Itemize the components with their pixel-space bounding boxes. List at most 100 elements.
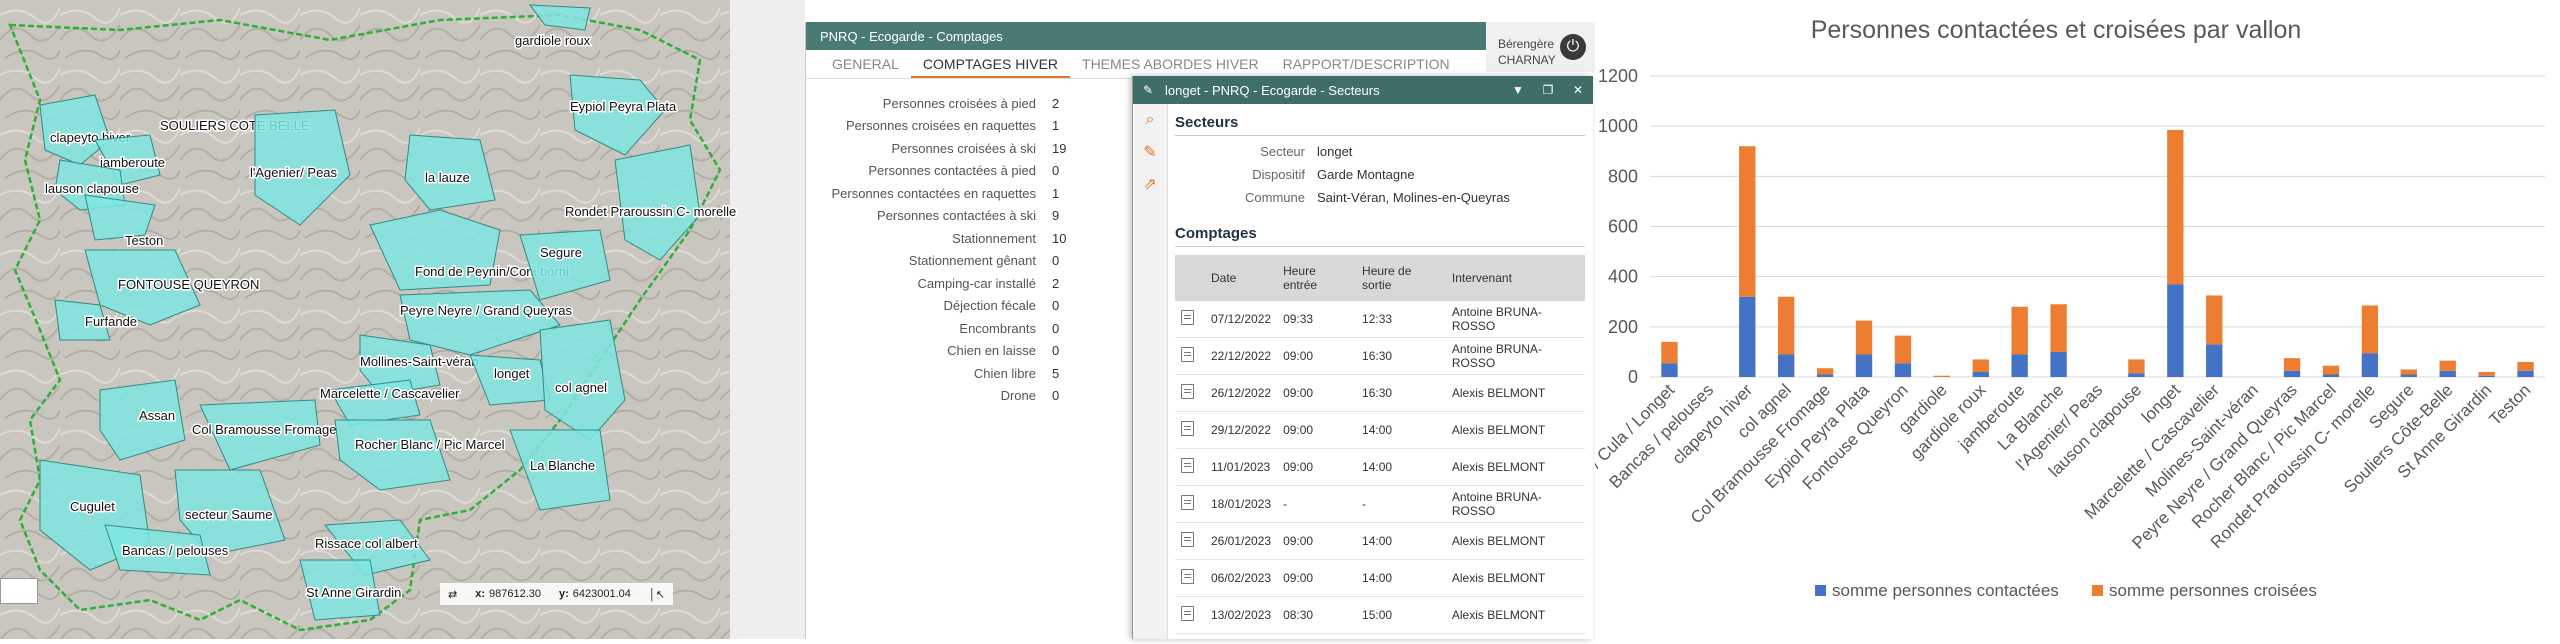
y-tick-label: 200 bbox=[1608, 317, 1638, 337]
intervenant-cell: Antoine BRUNA-ROSSO bbox=[1445, 485, 1585, 523]
field-value[interactable]: 0 bbox=[1046, 388, 1059, 403]
table-row[interactable]: 22/12/2022 09:00 16:30 Antoine BRUNA-ROSSO bbox=[1175, 337, 1585, 375]
info-label: Dispositif bbox=[1252, 167, 1305, 182]
table-row[interactable]: 29/12/2022 09:00 14:00 Alexis BELMONT bbox=[1175, 411, 1585, 449]
maximize-icon[interactable]: ❐ bbox=[1533, 83, 1563, 97]
column-header[interactable]: Intervenant bbox=[1445, 255, 1585, 301]
field-value[interactable]: 1 bbox=[1046, 186, 1059, 201]
zone-label: Eypiol Peyra Plata bbox=[570, 99, 677, 114]
table-row[interactable]: 07/12/2022 09:33 12:33 Antoine BRUNA-ROSSO bbox=[1175, 301, 1585, 338]
bar-croisees bbox=[1894, 335, 1912, 364]
field-value[interactable]: 2 bbox=[1046, 276, 1059, 291]
edit-window-icon[interactable]: ✎ bbox=[1133, 83, 1163, 97]
row-icon-cell[interactable] bbox=[1175, 301, 1205, 338]
zone-label: FONTOUSE QUEYRON bbox=[118, 277, 259, 292]
close-icon[interactable]: ✕ bbox=[1563, 83, 1593, 97]
document-icon[interactable] bbox=[1181, 347, 1194, 362]
chart-panel: Personnes contactées et croisées par val… bbox=[1567, 0, 2560, 639]
pencil-icon[interactable]: ✎ bbox=[1133, 136, 1167, 168]
field-value[interactable]: 0 bbox=[1046, 298, 1059, 313]
bar-croisees bbox=[2128, 359, 2145, 374]
search-icon[interactable]: ⌕ bbox=[1133, 104, 1167, 136]
field-row: Chien en laisse 0 bbox=[806, 340, 1136, 363]
column-header[interactable]: Heure entrée bbox=[1277, 255, 1357, 301]
field-value[interactable]: 10 bbox=[1046, 231, 1066, 246]
field-label: Personnes contactées à pied bbox=[868, 163, 1036, 179]
row-icon-cell[interactable] bbox=[1175, 448, 1205, 486]
row-icon-cell[interactable] bbox=[1175, 596, 1205, 634]
document-icon[interactable] bbox=[1181, 569, 1194, 584]
legend-label: somme personnes croisées bbox=[2109, 581, 2317, 600]
secteurs-heading: Secteurs bbox=[1175, 104, 1585, 136]
field-value[interactable]: 9 bbox=[1046, 208, 1059, 223]
field-label: Personnes croisées en raquettes bbox=[845, 118, 1036, 134]
table-row[interactable]: 26/12/2022 09:00 16:30 Alexis BELMONT bbox=[1175, 374, 1585, 412]
field-value[interactable]: 0 bbox=[1046, 343, 1059, 358]
export-icon[interactable]: ⇗ bbox=[1133, 168, 1167, 200]
tab-themes-abordes-hiver[interactable]: THEMES ABORDES HIVER bbox=[1070, 56, 1271, 78]
bar-contactees bbox=[2361, 353, 2379, 377]
document-icon[interactable] bbox=[1181, 495, 1194, 510]
date-cell: 22/12/2022 bbox=[1205, 337, 1278, 375]
table-row[interactable]: 13/02/2023 08:30 15:00 Alexis BELMONT bbox=[1175, 596, 1585, 634]
secteurs-window[interactable]: ✎ longet - PNRQ - Ecogarde - Secteurs ▼ … bbox=[1132, 76, 1593, 639]
tab-rapport-description[interactable]: RAPPORT/DESCRIPTION bbox=[1271, 56, 1462, 78]
dropdown-icon[interactable]: ▼ bbox=[1503, 83, 1533, 97]
zone-label: lauson clapouse bbox=[45, 181, 139, 196]
zone-label: longet bbox=[494, 366, 530, 381]
document-icon[interactable] bbox=[1181, 532, 1194, 547]
x-tick-label: Teston bbox=[2486, 380, 2535, 429]
row-icon-cell[interactable] bbox=[1175, 374, 1205, 412]
table-row[interactable]: 06/02/2023 09:00 14:00 Alexis BELMONT bbox=[1175, 559, 1585, 597]
date-cell: 18/01/2023 bbox=[1205, 485, 1278, 523]
window-title: PNRQ - Ecogarde - Comptages bbox=[820, 28, 1003, 44]
zone-label: St Anne Girardin bbox=[306, 585, 401, 600]
field-value[interactable]: 0 bbox=[1046, 253, 1059, 268]
row-icon-cell[interactable] bbox=[1175, 337, 1205, 375]
secteurs-titlebar[interactable]: ✎ longet - PNRQ - Ecogarde - Secteurs ▼ … bbox=[1133, 76, 1593, 104]
info-value: Garde Montagne bbox=[1317, 167, 1415, 182]
zone-label: Teston bbox=[125, 233, 163, 248]
document-icon[interactable] bbox=[1181, 421, 1194, 436]
row-icon-cell[interactable] bbox=[1175, 411, 1205, 449]
map-view[interactable]: gardiole roux SOULIERS COTE BELLE clapeyto… bbox=[0, 0, 805, 639]
map-canvas[interactable]: gardiole rouxSOULIERS COTE BELLEclapeyto… bbox=[0, 0, 805, 639]
field-value[interactable]: 19 bbox=[1046, 141, 1066, 156]
tab-general[interactable]: GENERAL bbox=[806, 56, 911, 78]
bar-croisees bbox=[2439, 360, 2456, 371]
cursor-icon[interactable]: │↖ bbox=[649, 588, 665, 601]
document-icon[interactable] bbox=[1181, 458, 1194, 473]
date-cell: 06/02/2023 bbox=[1205, 559, 1278, 597]
bar-contactees bbox=[2400, 374, 2417, 377]
document-icon[interactable] bbox=[1181, 384, 1194, 399]
comptages-titlebar[interactable]: PNRQ - Ecogarde - Comptages ▼ ❐ ✕ bbox=[806, 22, 1596, 50]
column-header[interactable]: Date bbox=[1205, 255, 1278, 301]
row-icon-cell[interactable] bbox=[1175, 522, 1205, 560]
column-header[interactable]: Heure de sortie bbox=[1356, 255, 1446, 301]
field-value[interactable]: 2 bbox=[1046, 96, 1059, 111]
bar-contactees bbox=[1739, 296, 1756, 377]
field-value[interactable]: 1 bbox=[1046, 118, 1059, 133]
field-value[interactable]: 0 bbox=[1046, 163, 1059, 178]
info-value: longet bbox=[1317, 144, 1353, 159]
date-cell: 07/12/2022 bbox=[1205, 301, 1278, 338]
row-icon-cell[interactable] bbox=[1175, 485, 1205, 523]
field-row: Personnes croisées à pied 2 bbox=[806, 92, 1136, 115]
document-icon[interactable] bbox=[1181, 310, 1194, 325]
info-row: Secteur longet bbox=[1175, 140, 1585, 163]
document-icon[interactable] bbox=[1181, 606, 1194, 621]
tab-comptages-hiver[interactable]: COMPTAGES HIVER bbox=[910, 56, 1071, 78]
field-label: Encombrants bbox=[959, 320, 1036, 336]
table-row[interactable]: 26/01/2023 09:00 14:00 Alexis BELMONT bbox=[1175, 522, 1585, 560]
field-value[interactable]: 0 bbox=[1046, 321, 1059, 336]
swap-icon[interactable]: ⇄ bbox=[448, 588, 457, 601]
row-icon-cell[interactable] bbox=[1175, 559, 1205, 597]
field-label: Chien libre bbox=[973, 365, 1036, 381]
legend-label: somme personnes contactées bbox=[1832, 581, 2059, 600]
table-row[interactable]: 11/01/2023 09:00 14:00 Alexis BELMONT bbox=[1175, 448, 1585, 486]
exit-time-cell: 14:00 bbox=[1356, 411, 1446, 449]
table-row[interactable]: 18/01/2023- - Antoine BRUNA-ROSSO bbox=[1175, 485, 1585, 523]
field-value[interactable]: 5 bbox=[1046, 366, 1059, 381]
power-icon[interactable]: ⏻ bbox=[1560, 34, 1586, 60]
entry-time-cell: 09:00 bbox=[1277, 411, 1357, 449]
